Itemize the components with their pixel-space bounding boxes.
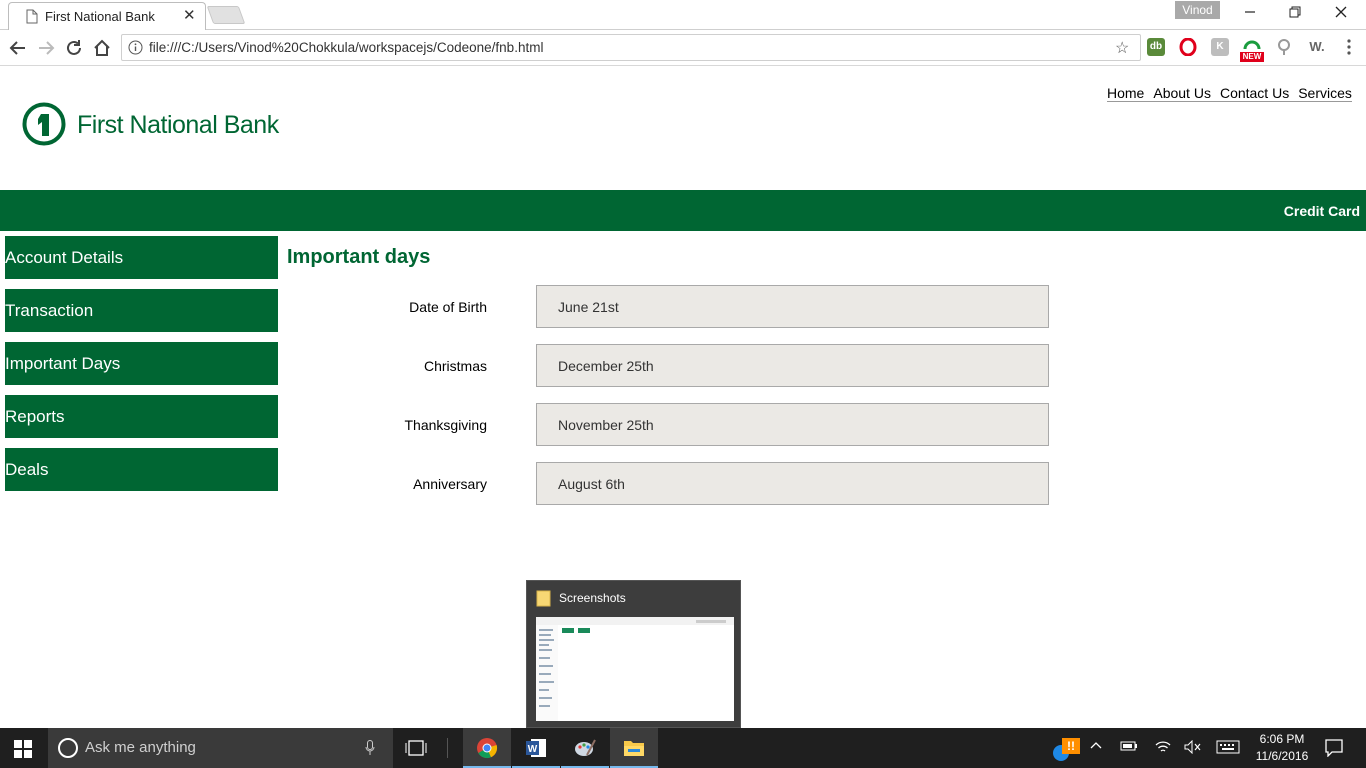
sidebar-item-important-days[interactable]: Important Days <box>5 342 278 385</box>
browser-menu-icon[interactable] <box>1346 38 1352 56</box>
word-icon: W <box>526 739 546 757</box>
notification-app-icon[interactable]: !! <box>1052 738 1080 767</box>
taskbar-file-explorer[interactable] <box>610 728 658 768</box>
info-icon[interactable] <box>128 40 143 60</box>
new-tab-button[interactable] <box>206 6 246 24</box>
paint-icon <box>575 739 596 756</box>
browser-toolbar: file:///C:/Users/Vinod%20Chokkula/worksp… <box>0 30 1366 66</box>
extension-k-icon[interactable]: K <box>1211 38 1229 56</box>
label-date-of-birth: Date of Birth <box>409 299 487 315</box>
battery-icon[interactable] <box>1120 740 1138 755</box>
thumbnail-title: Screenshots <box>559 591 626 605</box>
thumbnail-window-image[interactable] <box>536 617 734 721</box>
christmas-field[interactable] <box>536 344 1049 387</box>
bank-name: First National Bank <box>77 111 279 139</box>
nav-home[interactable]: Home <box>1107 85 1144 101</box>
top-navigation: Home About Us Contact Us Services <box>1107 85 1352 102</box>
action-center-icon[interactable] <box>1325 739 1343 760</box>
bank-logo-icon <box>22 102 66 151</box>
chevron-up-icon[interactable] <box>1090 740 1102 755</box>
extension-w-icon[interactable]: W. <box>1306 38 1328 56</box>
label-christmas: Christmas <box>423 358 487 374</box>
bookmark-star-icon[interactable]: ☆ <box>1115 38 1129 58</box>
cortana-search-box[interactable]: Ask me anything <box>48 728 393 768</box>
nav-contact-us[interactable]: Contact Us <box>1220 85 1289 101</box>
minimize-icon[interactable] <box>1240 4 1260 22</box>
taskbar-chrome[interactable] <box>463 728 511 768</box>
system-clock[interactable]: 6:06 PM 11/6/2016 <box>1250 731 1314 765</box>
sidebar-item-reports[interactable]: Reports <box>5 395 278 438</box>
address-bar[interactable]: file:///C:/Users/Vinod%20Chokkula/worksp… <box>121 34 1141 61</box>
taskbar-word[interactable]: W <box>512 728 560 768</box>
windows-start-icon[interactable] <box>14 740 32 763</box>
nav-about-us[interactable]: About Us <box>1153 85 1211 101</box>
thanksgiving-field[interactable] <box>536 403 1049 446</box>
restore-icon[interactable] <box>1285 4 1305 22</box>
home-icon[interactable] <box>92 38 112 58</box>
windows-taskbar: Ask me anything W !! 6:06 PM 11/6/2016 <box>0 728 1366 768</box>
extension-db-icon[interactable]: db <box>1147 38 1165 56</box>
wifi-icon[interactable] <box>1155 740 1171 757</box>
file-explorer-icon <box>624 741 644 756</box>
microphone-icon[interactable] <box>365 740 375 761</box>
credit-card-link[interactable]: Credit Card <box>1284 203 1360 219</box>
nav-services[interactable]: Services <box>1298 85 1352 101</box>
clock-date: 11/6/2016 <box>1255 749 1309 763</box>
opera-icon[interactable] <box>1179 37 1197 57</box>
keyboard-icon[interactable] <box>1216 740 1240 757</box>
cortana-icon <box>58 738 78 758</box>
url-text[interactable]: file:///C:/Users/Vinod%20Chokkula/worksp… <box>149 40 543 55</box>
browser-tab[interactable]: First National Bank ✕ <box>8 2 206 30</box>
forward-arrow-icon[interactable] <box>36 38 56 58</box>
label-anniversary: Anniversary <box>413 476 487 492</box>
sidebar-item-account-details[interactable]: Account Details <box>5 236 278 279</box>
reload-icon[interactable] <box>64 38 84 58</box>
profile-button[interactable]: Vinod <box>1175 1 1220 19</box>
svg-text:!!: !! <box>1067 739 1075 753</box>
page-icon <box>26 9 38 29</box>
volume-muted-icon[interactable] <box>1184 739 1202 757</box>
chrome-icon <box>477 738 498 759</box>
label-thanksgiving: Thanksgiving <box>404 417 488 433</box>
browser-tabstrip: First National Bank ✕ Vinod <box>0 0 1366 30</box>
date-of-birth-field[interactable] <box>536 285 1049 328</box>
tab-title: First National Bank <box>45 9 155 24</box>
new-badge: NEW <box>1240 52 1264 62</box>
taskbar-divider <box>447 738 448 758</box>
taskbar-paint[interactable] <box>561 728 609 768</box>
folder-icon <box>536 589 552 612</box>
page-title: Important days <box>287 246 431 268</box>
svg-text:W: W <box>528 744 538 755</box>
tab-close-icon[interactable]: ✕ <box>183 7 196 25</box>
banner-bar: Credit Card <box>0 190 1366 231</box>
search-placeholder: Ask me anything <box>85 739 196 756</box>
sidebar-item-deals[interactable]: Deals <box>5 448 278 491</box>
sidebar-item-transaction[interactable]: Transaction <box>5 289 278 332</box>
back-arrow-icon[interactable] <box>8 38 28 58</box>
taskbar-thumbnail-preview[interactable]: Screenshots <box>526 580 741 728</box>
clock-time: 6:06 PM <box>1259 732 1305 746</box>
close-window-icon[interactable] <box>1331 4 1351 22</box>
extension-pin-icon[interactable] <box>1275 38 1293 56</box>
anniversary-field[interactable] <box>536 462 1049 505</box>
task-view-icon[interactable] <box>405 740 427 761</box>
